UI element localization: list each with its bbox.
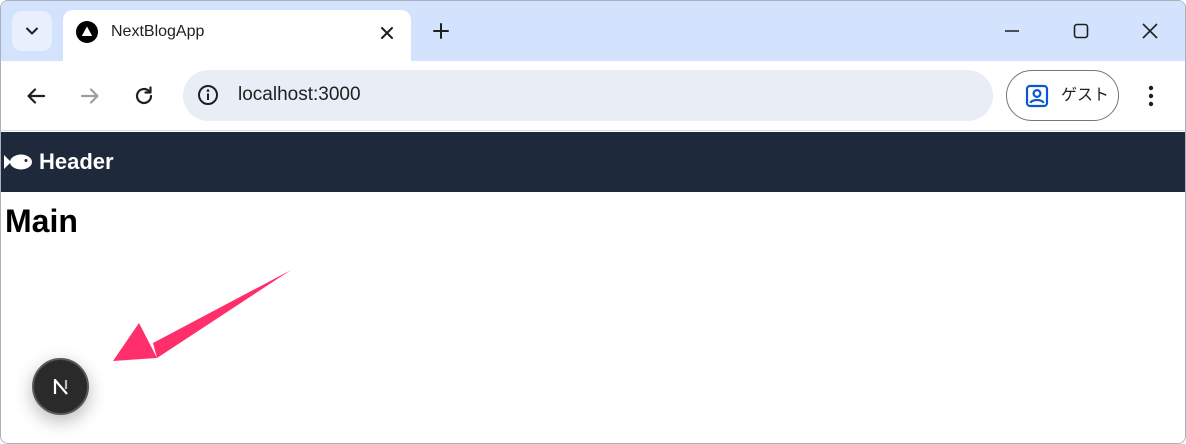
arrow-left-icon xyxy=(27,88,46,104)
maximize-icon xyxy=(1073,23,1089,39)
plus-icon xyxy=(433,23,449,39)
reload-button[interactable] xyxy=(127,79,161,113)
nextjs-dev-indicator-button[interactable] xyxy=(32,358,89,415)
tab-title: NextBlogApp xyxy=(111,23,205,40)
browser-window: NextBlogApp localhost:3000 ゲスト Header Ma… xyxy=(0,0,1186,444)
nextjs-n-icon xyxy=(53,378,68,395)
close-icon xyxy=(381,27,393,39)
back-button[interactable] xyxy=(19,79,53,113)
annotation-arrow xyxy=(113,270,291,361)
close-icon xyxy=(1142,23,1158,39)
tab-search-button[interactable] xyxy=(12,11,52,51)
main-heading: Main xyxy=(5,203,78,239)
nextjs-triangle-icon xyxy=(76,21,98,43)
maximize-button[interactable] xyxy=(1059,11,1103,51)
browser-menu-button[interactable] xyxy=(1139,79,1163,113)
fish-icon xyxy=(4,154,32,170)
new-tab-button[interactable] xyxy=(427,17,455,45)
tab-close-button[interactable] xyxy=(374,20,400,46)
address-bar[interactable]: localhost:3000 xyxy=(183,70,993,121)
arrow-right-icon xyxy=(80,88,99,104)
tab-strip: NextBlogApp xyxy=(1,1,1185,62)
site-header: Header xyxy=(1,132,1185,192)
forward-button[interactable] xyxy=(73,79,107,113)
browser-toolbar: localhost:3000 ゲスト xyxy=(1,61,1185,131)
page-viewport: Header Main xyxy=(1,132,1185,443)
url-text[interactable]: localhost:3000 xyxy=(238,84,361,106)
header-title: Header xyxy=(39,149,114,174)
person-icon xyxy=(1025,84,1049,108)
chevron-down-icon xyxy=(26,27,38,35)
window-close-button[interactable] xyxy=(1128,11,1172,51)
reload-icon xyxy=(135,86,153,105)
profile-button[interactable]: ゲスト xyxy=(1006,70,1119,121)
active-tab[interactable]: NextBlogApp xyxy=(63,10,411,62)
minimize-button[interactable] xyxy=(990,11,1034,51)
profile-label: ゲスト xyxy=(1061,87,1110,104)
minimize-icon xyxy=(1005,30,1019,32)
more-vertical-icon xyxy=(1148,85,1154,107)
info-icon[interactable] xyxy=(197,84,219,106)
